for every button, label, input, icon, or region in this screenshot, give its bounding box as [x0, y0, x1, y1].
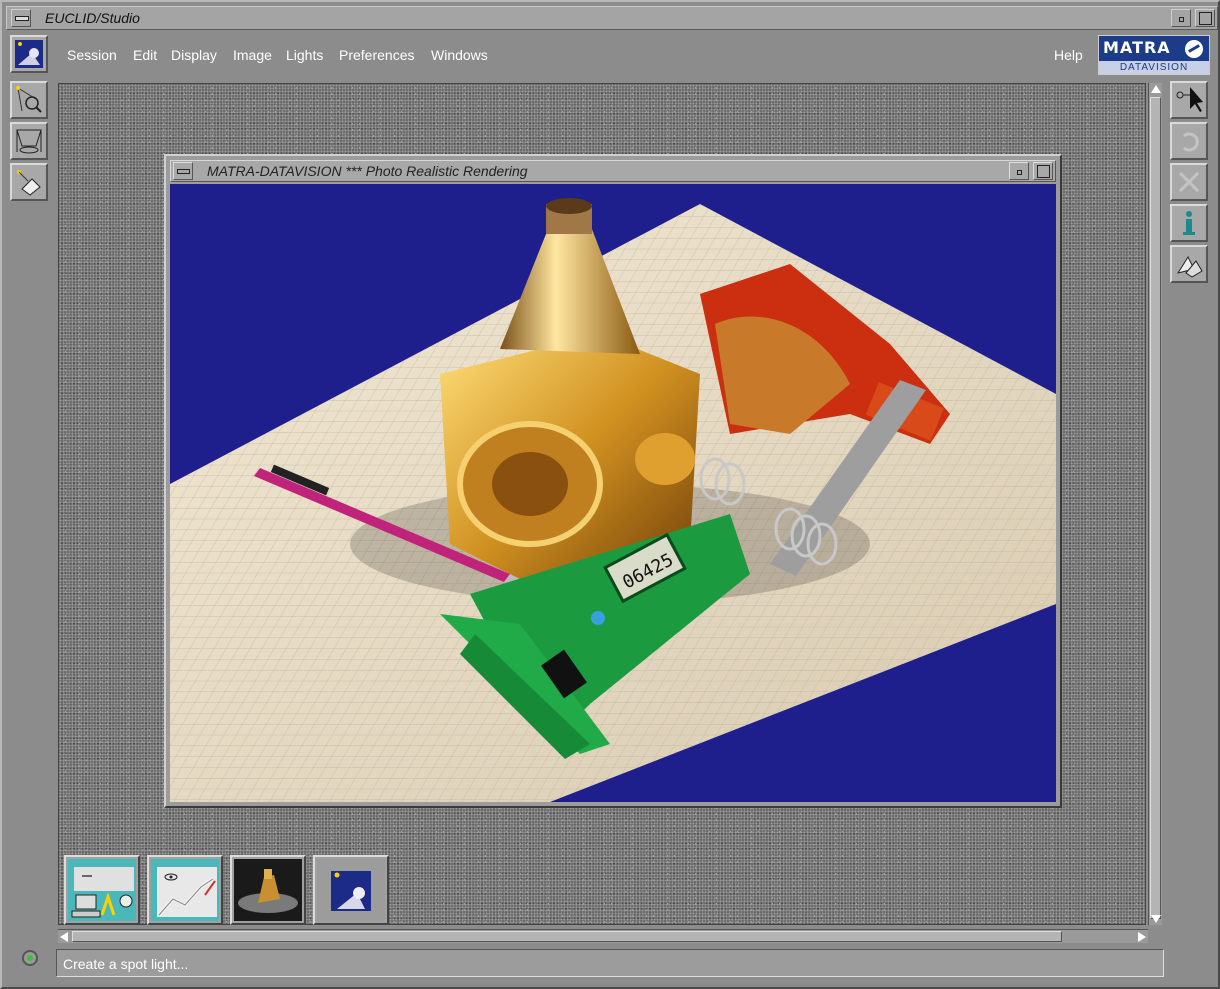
spot-light-magnifier-icon — [16, 86, 42, 113]
thumbnail-session[interactable] — [64, 855, 140, 925]
horizontal-scrollbar[interactable] — [58, 929, 1148, 943]
shapes-icon — [1176, 255, 1203, 278]
menu-windows[interactable]: Windows — [431, 47, 488, 63]
title-bar[interactable]: EUCLID/Studio — [6, 6, 1218, 30]
render-window-menu-button[interactable] — [173, 162, 193, 180]
menu-lights[interactable]: Lights — [286, 47, 323, 63]
render-window-title-bar[interactable]: MATRA-DATAVISION *** Photo Realistic Ren… — [170, 160, 1056, 182]
logo-emblem — [1185, 40, 1203, 58]
rendered-scene: 06425 — [170, 198, 1056, 802]
undo-icon — [1183, 132, 1199, 152]
menu-session[interactable]: Session — [67, 47, 117, 63]
status-message: Create a spot light... — [63, 956, 189, 972]
horizontal-scroll-thumb[interactable] — [72, 931, 1062, 942]
vertical-scrollbar[interactable] — [1148, 83, 1162, 925]
scene-lights-icon — [317, 859, 385, 921]
info-icon — [1183, 211, 1195, 235]
menu-edit[interactable]: Edit — [133, 47, 157, 63]
light-shape-tool[interactable] — [10, 163, 48, 201]
app-scene-icon — [15, 40, 43, 68]
render-window-title: MATRA-DATAVISION *** Photo Realistic Ren… — [207, 163, 528, 179]
window-menu-button[interactable] — [11, 9, 31, 27]
menu-display[interactable]: Display — [171, 47, 217, 63]
menu-image[interactable]: Image — [233, 47, 272, 63]
menu-preferences[interactable]: Preferences — [339, 47, 414, 63]
scroll-up-arrow-icon[interactable] — [1151, 85, 1161, 93]
render-window-maximize-button[interactable] — [1033, 162, 1053, 180]
spot-light-tool[interactable] — [10, 81, 48, 119]
projection-tool[interactable] — [10, 122, 48, 160]
rendered-image[interactable]: 06425 — [170, 184, 1056, 802]
menu-bar: Session Edit Display Image Lights Prefer… — [58, 35, 1094, 75]
display-graph-icon — [151, 859, 219, 921]
logo-subtext: DATAVISION — [1099, 61, 1209, 74]
thumbnail-display[interactable] — [147, 855, 223, 925]
delete-button[interactable] — [1170, 163, 1208, 201]
window-title: EUCLID/Studio — [45, 10, 140, 26]
matra-datavision-logo: MATRA DATAVISION — [1098, 35, 1210, 75]
scroll-down-arrow-icon[interactable] — [1151, 915, 1161, 923]
menu-help[interactable]: Help — [1054, 47, 1083, 63]
vertical-scroll-thumb[interactable] — [1150, 97, 1161, 919]
thumbnail-scene-lights[interactable] — [313, 855, 389, 925]
minimize-button[interactable] — [1171, 9, 1191, 27]
status-indicator-icon — [22, 950, 38, 966]
info-button[interactable] — [1170, 204, 1208, 242]
shapes-button[interactable] — [1170, 245, 1208, 283]
light-shape-icon — [17, 170, 41, 196]
logo-text: MATRA — [1103, 38, 1171, 57]
undo-button[interactable] — [1170, 122, 1208, 160]
session-computer-icon — [68, 859, 136, 921]
rendered-image-icon — [234, 859, 302, 921]
plane-projection-icon — [16, 129, 42, 154]
render-window: MATRA-DATAVISION *** Photo Realistic Ren… — [164, 154, 1062, 808]
scroll-left-arrow-icon[interactable] — [60, 932, 68, 942]
pointer-select-icon — [1176, 87, 1203, 112]
maximize-button[interactable] — [1195, 9, 1215, 27]
render-window-minimize-button[interactable] — [1009, 162, 1029, 180]
thumbnail-rendered-image[interactable] — [230, 855, 306, 925]
close-x-icon — [1178, 171, 1200, 193]
status-bar: Create a spot light... — [56, 949, 1164, 977]
pointer-select-button[interactable] — [1170, 81, 1208, 119]
scroll-right-arrow-icon[interactable] — [1138, 932, 1146, 942]
app-scene-button[interactable] — [10, 35, 48, 73]
